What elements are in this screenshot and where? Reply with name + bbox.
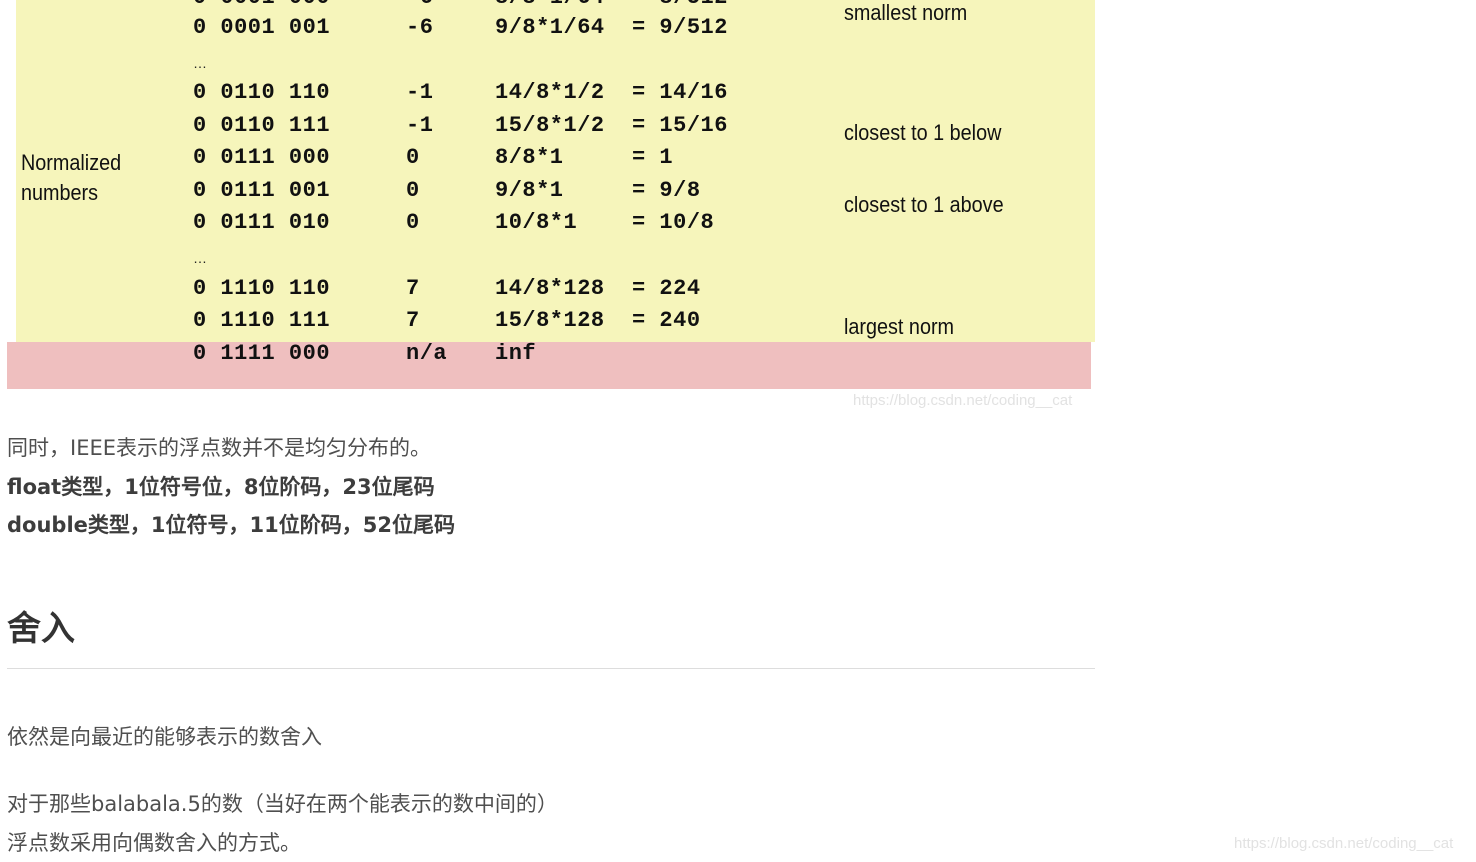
- table-exp-cell: n/a: [406, 341, 448, 366]
- table-value-cell: 8/8*1/64 = 8/512: [495, 0, 728, 9]
- table-exp-cell: -6: [406, 0, 433, 9]
- table-exp-cell: 7: [406, 308, 420, 333]
- table-bits-cell: 0 0110 111: [193, 113, 331, 138]
- page-watermark: https://blog.csdn.net/coding__cat: [1234, 835, 1454, 852]
- ellipsis: …: [193, 55, 207, 71]
- table-value-cell: 10/8*1 = 10/8: [495, 210, 715, 235]
- normalized-numbers-label: Normalized numbers: [21, 148, 121, 208]
- category-line: Normalized: [21, 150, 122, 175]
- table-value-cell: 15/8*1/2 = 15/16: [495, 113, 728, 138]
- closest-above-label: closest to 1 above: [844, 192, 1004, 217]
- table-bits-cell: 0 1110 111: [193, 308, 331, 333]
- paragraph-float-format: float类型，1位符号位，8位阶码，23位尾码: [7, 475, 435, 499]
- ellipsis: …: [193, 250, 207, 266]
- table-bits-cell: 0 1110 110: [193, 276, 331, 301]
- table-bits-cell: 0 0111 001: [193, 178, 331, 203]
- table-bits-cell: 0 0110 110: [193, 80, 331, 105]
- table-value-cell: 9/8*1/64 = 9/512: [495, 15, 728, 40]
- table-bits-cell: 0 0111 000: [193, 145, 331, 170]
- float-table-figure: 0 0001 000 -6 8/8*1/64 = 8/512 0 0001 00…: [0, 0, 1100, 420]
- table-value-cell: 14/8*1/2 = 14/16: [495, 80, 728, 105]
- table-value-cell: inf: [495, 341, 537, 366]
- table-exp-cell: 0: [406, 178, 420, 203]
- table-bits-cell: 0 0111 010: [193, 210, 331, 235]
- smallest-norm-label: smallest norm: [844, 0, 968, 25]
- table-exp-cell: -1: [406, 80, 434, 105]
- largest-norm-label: largest norm: [844, 314, 955, 339]
- heading-divider: [7, 668, 1095, 669]
- section-heading-rounding: 舍入: [7, 609, 75, 649]
- table-exp-cell: 0: [406, 210, 420, 235]
- paragraph-halfway-case: 对于那些balabala.5的数（当好在两个能表示的数中间的）: [7, 792, 558, 816]
- special-values-region: [7, 342, 1091, 389]
- table-value-cell: 15/8*128 = 240: [495, 308, 701, 333]
- table-exp-cell: 0: [406, 145, 420, 170]
- table-exp-cell: 7: [406, 276, 420, 301]
- table-value-cell: 9/8*1 = 9/8: [495, 178, 701, 203]
- paragraph-round-nearest: 依然是向最近的能够表示的数舍入: [7, 725, 322, 749]
- table-bits-cell: 0 0001 001: [193, 15, 331, 40]
- image-watermark: https://blog.csdn.net/coding__cat: [853, 392, 1073, 409]
- paragraph-round-even: 浮点数采用向偶数舍入的方式。: [7, 831, 301, 855]
- table-value-cell: 14/8*128 = 224: [495, 276, 701, 301]
- paragraph-distribution: 同时，IEEE表示的浮点数并不是均匀分布的。: [7, 436, 431, 460]
- paragraph-double-format: double类型，1位符号，11位阶码，52位尾码: [7, 513, 455, 537]
- category-line: numbers: [21, 180, 99, 205]
- table-bits-cell: 0 1111 000: [193, 341, 331, 366]
- table-bits-cell: 0 0001 000: [193, 0, 330, 9]
- table-exp-cell: -1: [406, 113, 434, 138]
- table-value-cell: 8/8*1 = 1: [495, 145, 674, 170]
- table-exp-cell: -6: [406, 15, 434, 40]
- closest-below-label: closest to 1 below: [844, 120, 1002, 145]
